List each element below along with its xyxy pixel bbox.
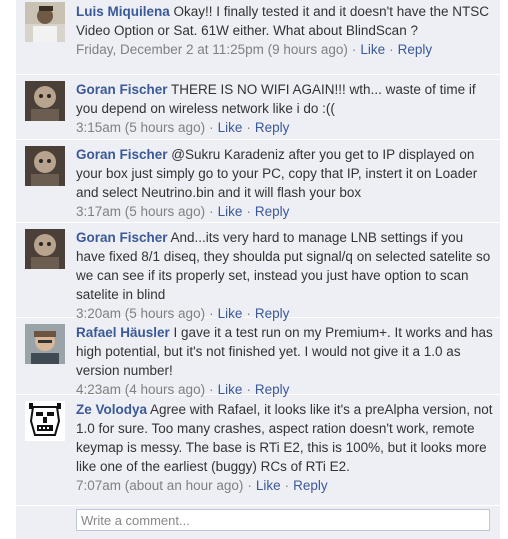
like-link[interactable]: Like	[218, 120, 243, 135]
comment-body: Luis Miquilena Okay!! I finally tested i…	[76, 2, 494, 40]
comment-body: Goran Fischer And...its very hard to man…	[76, 228, 494, 304]
reply-link[interactable]: Reply	[293, 478, 328, 493]
reply-link[interactable]: Reply	[255, 120, 290, 135]
comment-author[interactable]: Ze Volodya	[76, 402, 147, 417]
comment-author[interactable]: Goran Fischer	[76, 230, 168, 245]
comment-timestamp[interactable]: 3:15am (5 hours ago)	[76, 120, 205, 135]
comment-author[interactable]: Goran Fischer	[76, 82, 168, 97]
like-link[interactable]: Like	[218, 204, 243, 219]
like-link[interactable]: Like	[256, 478, 281, 493]
comment-author[interactable]: Rafael Häusler	[76, 325, 170, 340]
comment-body: Goran Fischer @Sukru Karadeniz after you…	[76, 145, 494, 202]
reply-link[interactable]: Reply	[255, 204, 290, 219]
comment-meta: 3:17am (5 hours ago) · Like · Reply	[76, 202, 494, 221]
comment-item: Goran Fischer @Sukru Karadeniz after you…	[16, 140, 500, 223]
comment-body: Goran Fischer THERE IS NO WIFI AGAIN!!! …	[76, 80, 494, 118]
comment-timestamp[interactable]: 3:17am (5 hours ago)	[76, 204, 205, 219]
comment-author[interactable]: Goran Fischer	[76, 147, 168, 162]
avatar[interactable]	[25, 146, 65, 186]
comment-meta: Friday, December 2 at 11:25pm (9 hours a…	[76, 40, 494, 59]
comment-meta: 7:07am (about an hour ago) · Like · Reply	[76, 476, 494, 495]
comment-item: Goran Fischer And...its very hard to man…	[16, 223, 500, 321]
comment-meta: 3:15am (5 hours ago) · Like · Reply	[76, 118, 494, 137]
avatar[interactable]	[25, 324, 65, 364]
like-link[interactable]: Like	[360, 42, 385, 57]
comment-timestamp[interactable]: 7:07am (about an hour ago)	[76, 478, 243, 493]
separator-dot: ·	[389, 42, 394, 57]
separator-dot: ·	[284, 478, 290, 493]
avatar[interactable]	[25, 2, 65, 42]
separator-dot: ·	[246, 204, 251, 219]
comment-thread: Luis Miquilena Okay!! I finally tested i…	[16, 0, 500, 539]
avatar[interactable]	[25, 229, 65, 269]
comment-author[interactable]: Luis Miquilena	[76, 4, 170, 19]
comment-body: Ze Volodya Agree with Rafael, it looks l…	[76, 400, 494, 476]
separator-dot: ·	[351, 42, 357, 57]
separator-dot: ·	[209, 204, 214, 219]
separator-dot: ·	[246, 120, 251, 135]
write-comment-input[interactable]	[76, 509, 490, 531]
comment-item: Goran Fischer THERE IS NO WIFI AGAIN!!! …	[16, 75, 500, 140]
comment-item: Rafael Häusler I gave it a test run on m…	[16, 318, 500, 397]
comment-body: Rafael Häusler I gave it a test run on m…	[76, 323, 494, 380]
comment-item: Luis Miquilena Okay!! I finally tested i…	[16, 0, 500, 75]
reply-link[interactable]: Reply	[398, 42, 433, 57]
comment-timestamp[interactable]: Friday, December 2 at 11:25pm (9 hours a…	[76, 42, 348, 57]
separator-dot: ·	[247, 478, 252, 493]
avatar[interactable]	[25, 401, 65, 441]
comment-item: Ze Volodya Agree with Rafael, it looks l…	[16, 395, 500, 506]
avatar[interactable]	[25, 81, 65, 121]
separator-dot: ·	[209, 120, 214, 135]
